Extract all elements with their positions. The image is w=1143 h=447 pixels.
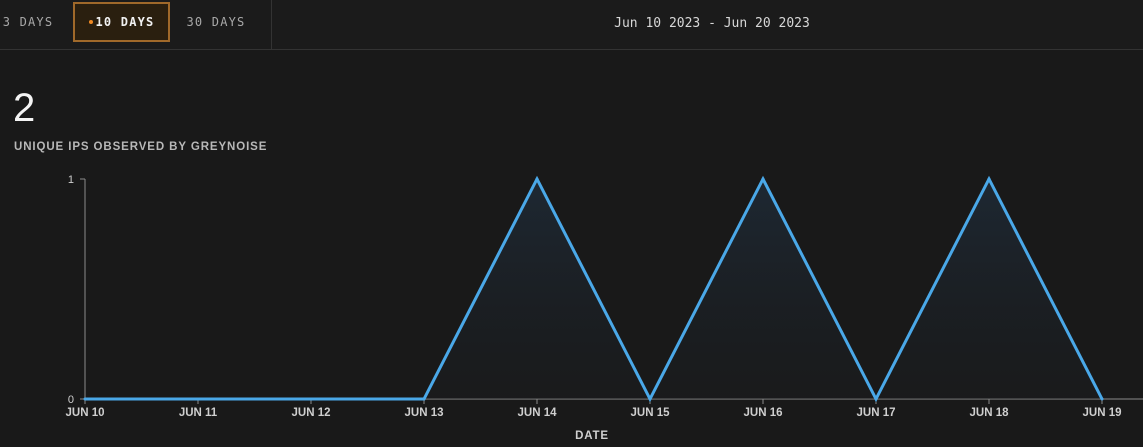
active-dot-icon [88,20,93,24]
data-point [648,397,652,401]
unique-ips-label: UNIQUE IPS OBSERVED BY GREYNOISE [14,141,268,153]
x-tick-label: JUN 16 [744,407,783,419]
tab-3-days-label: 3 DAYS [2,15,54,29]
tab-30-days-label: 30 DAYS [186,15,246,29]
x-tick-label: JUN 12 [292,407,331,419]
x-axis-label: DATE [575,430,609,442]
x-tick-label: JUN 19 [1083,407,1122,419]
x-tick-label: JUN 17 [857,407,896,419]
data-point [987,177,991,181]
y-tick-label: 0 [68,394,74,406]
range-tabs: 3 DAYS 10 DAYS 30 DAYS [0,0,272,49]
data-point [309,397,313,401]
data-point [1100,397,1104,401]
data-point [196,397,200,401]
tab-3-days[interactable]: 3 DAYS [0,2,60,42]
unique-ips-count: 2 [13,86,36,130]
x-tick-label: JUN 13 [405,407,444,419]
x-tick-label: JUN 10 [66,407,105,419]
data-point [83,397,87,401]
tab-10-days-label: 10 DAYS [95,15,155,29]
x-tick-label: JUN 14 [518,407,558,419]
x-tick-label: JUN 18 [970,407,1010,419]
data-point [535,177,539,181]
x-tick-label: JUN 11 [179,407,218,419]
activity-chart: 0 1 JUN 10 JUN 11 JUN 12 JUN 13 JUN 14 JUN 15 JU… [66,174,1143,442]
x-tick-label: JUN 15 [631,407,671,419]
top-bar: 3 DAYS 10 DAYS 30 DAYS Jun 10 2023 - Jun… [0,0,1143,50]
y-tick-label: 1 [68,174,74,186]
tab-30-days[interactable]: 30 DAYS [180,2,252,42]
date-range: Jun 10 2023 - Jun 20 2023 [614,15,810,31]
tab-10-days[interactable]: 10 DAYS [73,2,170,42]
data-point [874,397,878,401]
data-point [761,177,765,181]
data-point [422,397,426,401]
